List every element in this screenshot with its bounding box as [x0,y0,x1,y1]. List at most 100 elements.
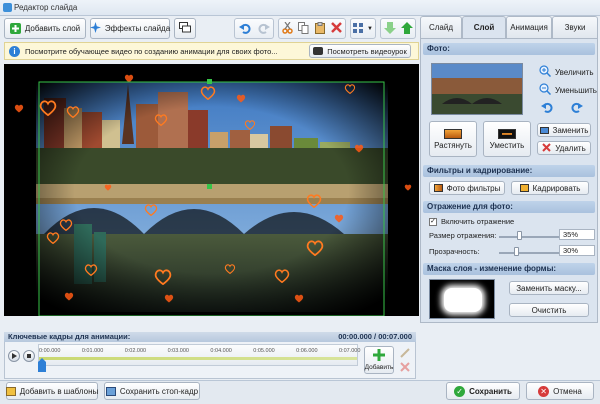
save-frame-button[interactable]: Сохранить стоп-кадр [104,382,200,400]
title-bar: Редактор слайда [0,0,600,16]
save-button[interactable]: ✓ Сохранить [446,382,520,400]
slide-effects-button[interactable]: Эффекты слайда [89,18,171,39]
video-icon [313,47,324,55]
zoom-in-icon [539,65,552,79]
add-keyframe-icon [373,349,385,363]
photo-section-title: Фото: [423,43,595,55]
delete-x-icon [542,142,551,154]
photo-filters-button[interactable]: Фото фильтры [429,181,505,195]
stop-button[interactable] [23,350,35,362]
timeline-tick-label: 0:06.000 [296,348,318,354]
template-icon [5,386,16,396]
copy-icon[interactable] [298,21,309,36]
delete-keyframe-icon[interactable] [400,362,410,374]
rotate-handle [207,79,212,84]
zoom-in-control[interactable]: Увеличить [539,65,594,79]
save-frame-icon [105,386,116,396]
add-layer-button[interactable]: Добавить слой [4,18,86,39]
opacity-spinner[interactable]: 30% [559,245,595,256]
zoom-out-label: Уменьшить [555,85,597,95]
filters-section-title: Фильтры и кадрирование: [423,165,595,177]
photo-filters-label: Фото фильтры [446,183,501,193]
grid-icon [353,22,363,35]
add-keyframe-button[interactable]: Добавить [364,346,394,374]
stretch-label: Растянуть [434,140,472,150]
info-icon: i [9,46,20,57]
cancel-button[interactable]: ✕ Отмена [526,382,594,400]
timeline-tick-label: 0:03.000 [167,348,189,354]
layers-icon [179,22,191,35]
fit-label: Уместить [489,140,525,150]
play-button[interactable] [8,350,20,362]
move-up-icon[interactable] [400,21,413,36]
delete-photo-button[interactable]: Удалить [537,141,591,155]
vignette-mask [4,64,419,316]
app-icon [3,3,12,12]
info-text: Посмотрите обучающее видео по созданию а… [25,47,278,56]
mask-section-title: Маска слоя - изменение формы: [423,263,595,275]
cut-icon[interactable] [282,21,293,36]
timeline-tick-label: 0:02.000 [124,348,147,354]
slide-preview[interactable] [4,64,419,316]
opacity-slider[interactable] [499,252,559,254]
stretch-button[interactable]: Растянуть [429,121,477,157]
reflection-size-slider[interactable] [499,236,559,238]
fit-icon [498,128,516,139]
add-to-templates-button[interactable]: Добавить в шаблоны [5,382,99,400]
crop-icon [519,184,529,192]
add-to-templates-label: Добавить в шаблоны [19,386,99,396]
timeline-time: 00:00.000 / 00:07.000 [338,332,412,341]
tab-sounds[interactable]: Звуки [552,16,598,38]
align-group[interactable]: ▼ [350,18,376,39]
replace-label: Заменить [552,125,589,135]
sparkle-icon [89,22,101,35]
reflection-size-label: Размер отражения: [429,231,497,240]
add-keyframe-label: Добавить [364,364,394,371]
timeline-header: Ключевые кадры для анимации: 00:00.000 /… [4,332,416,342]
window-title: Редактор слайда [14,3,78,12]
clear-mask-button[interactable]: Очистить [509,303,589,317]
keyframe-marker[interactable] [38,358,46,372]
cancel-label: Отмена [553,386,582,396]
reflection-section-title: Отражение для фото: [423,201,595,213]
replace-photo-button[interactable]: Заменить [537,123,591,137]
zoom-out-control[interactable]: Уменьшить [539,83,597,97]
opacity-thumb[interactable] [514,247,519,256]
watch-video-button[interactable]: Посмотреть видеоурок [309,44,411,58]
add-layer-label: Добавить слой [24,24,81,33]
undo-icon[interactable] [238,22,251,36]
tab-slide[interactable]: Слайд [420,16,462,38]
checkbox-checked-icon: ✓ [429,217,437,226]
move-down-icon[interactable] [383,21,396,36]
checkmark-icon: ✓ [454,385,466,397]
stretch-icon [444,128,462,139]
timeline-tick-label: 0:01.000 [81,348,104,354]
image-icon [539,126,549,134]
reflection-size-thumb[interactable] [517,231,522,240]
timeline-tick-label: 0:07.000 [339,348,361,354]
fit-button[interactable]: Уместить [483,121,531,157]
delete-label: Удалить [555,143,586,153]
center-handle [207,184,212,189]
crop-button[interactable]: Кадрировать [511,181,589,195]
slide-effects-label: Эффекты слайда [104,24,171,33]
tab-layer[interactable]: Слой [462,16,506,38]
rotate-left-icon[interactable] [541,101,553,115]
info-bar: i Посмотрите обучающее видео по созданию… [4,42,419,60]
rotate-right-icon[interactable] [571,101,583,115]
replace-mask-button[interactable]: Заменить маску... [509,281,589,295]
tab-animation[interactable]: Анимация [506,16,552,38]
reflection-size-spinner[interactable]: 35% [559,229,595,240]
zoom-out-icon [539,83,552,97]
layers-button[interactable] [174,18,196,39]
timeline-ruler[interactable]: 0:00.000 0:01.000 0:02.000 0:03.000 0:04.000… [38,344,361,366]
mask-shape [444,288,482,312]
edit-keyframe-icon[interactable] [400,348,410,360]
enable-reflection-checkbox[interactable]: ✓ Включить отражение [429,217,514,226]
paste-icon[interactable] [314,21,326,36]
stop-icon [27,354,31,358]
delete-icon[interactable] [331,22,343,35]
plus-icon [9,23,21,34]
redo-icon[interactable] [258,22,270,36]
timeline-tick-label: 0:04.000 [210,348,232,354]
